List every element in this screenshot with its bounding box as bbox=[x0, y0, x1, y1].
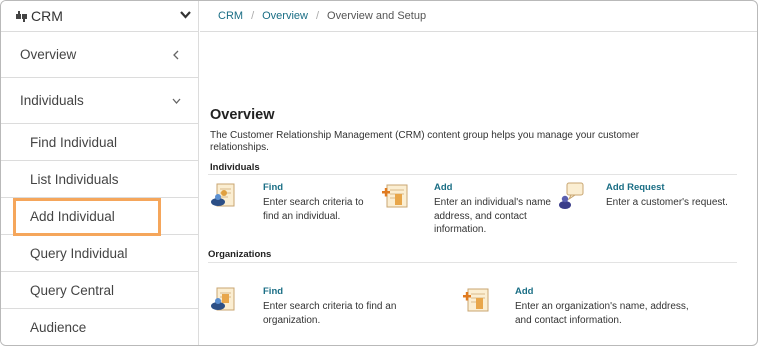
main-content: Overview The Customer Relationship Manag… bbox=[200, 33, 757, 345]
action-description: Enter search criteria to find an individ… bbox=[263, 197, 364, 222]
section-label-organizations: Organizations bbox=[208, 249, 272, 260]
action-description: Enter an organization's name, address, a… bbox=[515, 301, 689, 326]
sidebar-item-overview[interactable]: Overview bbox=[1, 32, 198, 78]
action-title[interactable]: Add Request bbox=[606, 182, 665, 193]
action-title[interactable]: Find bbox=[263, 286, 283, 297]
chevron-down-icon[interactable] bbox=[179, 8, 192, 21]
sidebar-item-label: Find Individual bbox=[30, 134, 118, 150]
chevron-left-icon bbox=[172, 48, 181, 60]
sidebar-item-label: Query Individual bbox=[30, 245, 128, 261]
section-divider bbox=[208, 174, 737, 175]
sidebar-item-label: Individuals bbox=[20, 93, 84, 108]
individual-find-action[interactable]: Find Enter search criteria to find an in… bbox=[208, 181, 378, 241]
puzzle-icon bbox=[15, 9, 29, 23]
find-person-icon bbox=[208, 181, 240, 211]
sidebar-item-label: Query Central bbox=[30, 282, 115, 298]
section-label-individuals: Individuals bbox=[210, 162, 260, 173]
sidebar-item-add-individual[interactable]: Add Individual bbox=[1, 198, 198, 235]
sidebar-item-query-central[interactable]: Query Central bbox=[1, 272, 198, 309]
add-request-icon bbox=[555, 181, 587, 211]
section-divider bbox=[208, 262, 737, 263]
action-description: Enter an individual's name address, and … bbox=[434, 197, 551, 235]
find-organization-icon bbox=[208, 285, 240, 315]
add-organization-icon bbox=[461, 285, 493, 315]
action-description: Enter a customer's request. bbox=[606, 197, 728, 208]
action-description: Enter search criteria to find an organiz… bbox=[263, 301, 397, 326]
chevron-down-icon bbox=[172, 94, 181, 104]
individual-add-request-action[interactable]: Add Request Enter a customer's request. bbox=[555, 181, 750, 241]
sidebar-header[interactable]: CRM bbox=[1, 1, 198, 32]
breadcrumb-crm[interactable]: CRM bbox=[218, 10, 243, 22]
add-person-icon bbox=[380, 181, 412, 211]
page-title: Overview bbox=[210, 107, 275, 123]
page-description: The Customer Relationship Management (CR… bbox=[210, 130, 640, 153]
sidebar-item-find-individual[interactable]: Find Individual bbox=[1, 124, 198, 161]
breadcrumb-separator: / bbox=[315, 10, 320, 22]
action-title[interactable]: Add bbox=[515, 286, 533, 297]
breadcrumb: CRM / Overview / Overview and Setup bbox=[200, 1, 757, 32]
sidebar-item-query-individual[interactable]: Query Individual bbox=[1, 235, 198, 272]
sidebar-item-label: Audience bbox=[30, 319, 87, 335]
app-window: CRM Overview Individuals Find Individual… bbox=[0, 0, 758, 346]
sidebar-item-individuals[interactable]: Individuals bbox=[1, 78, 198, 124]
breadcrumb-overview[interactable]: Overview bbox=[262, 10, 308, 22]
sidebar: CRM Overview Individuals Find Individual… bbox=[1, 1, 199, 345]
organization-find-action[interactable]: Find Enter search criteria to find an or… bbox=[208, 285, 423, 333]
organization-add-action[interactable]: Add Enter an organization's name, addres… bbox=[461, 285, 711, 333]
sidebar-item-label: Add Individual bbox=[30, 208, 115, 224]
sidebar-item-label: List Individuals bbox=[30, 171, 119, 187]
breadcrumb-separator: / bbox=[251, 10, 255, 22]
action-title[interactable]: Add bbox=[434, 182, 452, 193]
individual-add-action[interactable]: Add Enter an individual's name address, … bbox=[380, 181, 560, 241]
app-name: CRM bbox=[31, 8, 63, 24]
sidebar-item-label: Overview bbox=[20, 47, 77, 62]
action-title[interactable]: Find bbox=[263, 182, 283, 193]
breadcrumb-current: Overview and Setup bbox=[327, 10, 427, 22]
sidebar-item-audience[interactable]: Audience bbox=[1, 309, 198, 345]
sidebar-item-list-individuals[interactable]: List Individuals bbox=[1, 161, 198, 198]
